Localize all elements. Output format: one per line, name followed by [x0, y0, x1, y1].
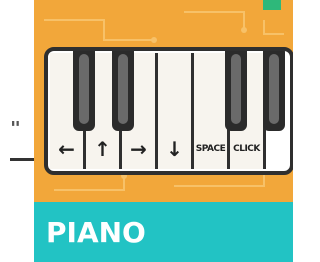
click-key-icon: CLICK — [233, 144, 260, 154]
black-key — [112, 51, 134, 131]
piano-keyboard-illustration: ← ↑ → ↓ SPACE CLICK — [44, 47, 293, 175]
arrow-left-icon: ← — [58, 137, 75, 161]
arrow-down-icon: ↓ — [166, 137, 183, 161]
piano-card[interactable]: ← ↑ → ↓ SPACE CLICK PIANO — [34, 0, 293, 262]
green-corner-accent — [263, 0, 281, 10]
piano-extension-tile-area: " ← ↑ → ↓ SPACE CLICK PIANO — [0, 0, 293, 262]
arrow-up-icon: ↑ — [94, 137, 111, 161]
white-key-down: ↓ — [158, 53, 194, 169]
arrow-right-icon: → — [130, 137, 147, 161]
black-key — [263, 51, 285, 131]
black-key — [73, 51, 95, 131]
space-key-icon: SPACE — [195, 144, 226, 154]
card-title: PIANO — [46, 216, 146, 249]
card-image-area: ← ↑ → ↓ SPACE CLICK — [34, 0, 293, 202]
black-key — [225, 51, 247, 131]
card-title-banner: PIANO — [34, 202, 293, 262]
left-quote-fragment: " — [10, 118, 21, 139]
